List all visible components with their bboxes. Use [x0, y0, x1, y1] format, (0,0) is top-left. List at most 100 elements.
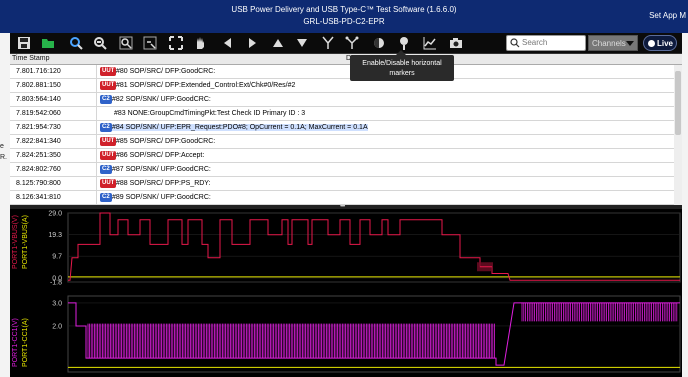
- series-label: PORT1-VBUS(A): [22, 215, 29, 269]
- horizontal-marker-icon[interactable]: [396, 35, 412, 51]
- zoom-out-area-icon[interactable]: [142, 35, 158, 51]
- series-label: PORT1-CC1(V): [12, 318, 19, 367]
- vbus-chart[interactable]: 29.019.39.70.0-1.8: [10, 209, 682, 287]
- search-icon: [510, 38, 520, 48]
- column-divider: [96, 121, 97, 134]
- message-cell: #82 SOP/SNK/ UFP:GoodCRC:: [112, 96, 211, 103]
- arrow-up-icon[interactable]: [270, 35, 286, 51]
- search-input[interactable]: Search: [506, 35, 586, 51]
- column-divider: [96, 79, 97, 92]
- tooltip-line: markers: [389, 70, 415, 77]
- trace-panel: Search Channels Live Enable/Disable hori…: [10, 33, 682, 377]
- column-divider: [96, 177, 97, 190]
- message-cell: #85 SOP/SRC/ DFP:GoodCRC:: [116, 138, 216, 145]
- search-placeholder: Search: [522, 38, 548, 47]
- source-badge: C2: [100, 123, 112, 132]
- source-badge: UUT: [100, 151, 117, 160]
- timestamp-cell: 7.822:841:340: [16, 138, 61, 145]
- source-badge: C2: [100, 193, 112, 202]
- series-line-voltage: [68, 212, 680, 281]
- table-row[interactable]: 7.803:564:140 C2 #82 SOP/SNK/ UFP:GoodCRC:: [10, 93, 674, 107]
- column-divider: [96, 191, 97, 204]
- timestamp-cell: 7.803:564:140: [16, 96, 61, 103]
- timestamp-cell: 8.125:790:800: [16, 180, 61, 187]
- save-icon[interactable]: [16, 35, 32, 51]
- timestamp-cell: 8.126:341:810: [16, 194, 61, 201]
- chart-icon[interactable]: [422, 35, 438, 51]
- plot-frame: [67, 212, 681, 283]
- timestamp-cell: 7.824:802:760: [16, 166, 61, 173]
- message-cell: #86 SOP/SRC/ DFP:Accept:: [116, 152, 205, 159]
- camera-icon[interactable]: [448, 35, 464, 51]
- live-dot-icon: [648, 40, 655, 47]
- left-edge-text: R.: [0, 154, 7, 161]
- column-divider: [96, 149, 97, 162]
- column-header-timestamp[interactable]: Time Stamp: [12, 55, 49, 62]
- right-panel-edge: [682, 33, 688, 377]
- live-button[interactable]: Live: [643, 35, 677, 51]
- app-window: USB Power Delivery and USB Type-C™ Test …: [0, 0, 688, 377]
- scrollbar-thumb[interactable]: [675, 71, 681, 135]
- set-app-mode-link[interactable]: Set App M: [649, 11, 686, 20]
- chevron-down-icon: [626, 41, 634, 46]
- table-header: Time Stamp D: [10, 54, 682, 65]
- zoom-in-area-icon[interactable]: [118, 35, 134, 51]
- channels-label: Channels: [592, 39, 626, 48]
- y-tick-label: 19.3: [48, 232, 62, 239]
- message-cell: #89 SOP/SNK/ UFP:GoodCRC:: [112, 194, 211, 201]
- column-divider: [96, 135, 97, 148]
- source-badge: C2: [100, 95, 112, 104]
- vertical-marker-icon[interactable]: [372, 35, 388, 51]
- arrow-right-icon[interactable]: [244, 35, 260, 51]
- source-badge: UUT: [100, 137, 117, 146]
- message-cell: #84 SOP/SNK/ UFP:EPR_Request:PDO#8; OpCu…: [112, 124, 368, 131]
- cc1-chart[interactable]: 3.0 2.0: [10, 292, 682, 377]
- timestamp-cell: 7.802.881:150: [16, 82, 61, 89]
- timestamp-cell: 7.801.716:120: [16, 68, 61, 75]
- series-label: PORT1-CC1(A): [22, 318, 29, 367]
- message-cell: #87 SOP/SNK/ UFP:GoodCRC:: [112, 166, 211, 173]
- channels-dropdown[interactable]: Channels: [588, 35, 638, 51]
- table-row[interactable]: 8.125:790:800 UUT #88 SOP/SRC/ DFP:PS_RDY:: [10, 177, 674, 191]
- waveform-area: 29.0 19.3 9.7 0.0 -1.8 3.0 2.0 PORT1-VBUS(V) …: [10, 209, 682, 377]
- source-badge: UUT: [100, 179, 117, 188]
- live-label: Live: [657, 39, 674, 48]
- hand-pan-icon[interactable]: [192, 35, 208, 51]
- y-tick-label: 3.0: [52, 300, 62, 307]
- message-cell: #88 SOP/SRC/ DFP:PS_RDY:: [116, 180, 211, 187]
- timestamp-cell: 7.821:954:730: [16, 124, 61, 131]
- device-name: GRL-USB-PD-C2-EPR: [303, 17, 385, 26]
- arrow-left-icon[interactable]: [220, 35, 236, 51]
- arrow-down-icon[interactable]: [294, 35, 310, 51]
- message-cell: #80 SOP/SRC/ DFP:GoodCRC:: [116, 68, 216, 75]
- table-row[interactable]: 7.819:542:060 #83 NONE:GroupCmdTimingPkt:…: [10, 107, 674, 121]
- fit-screen-icon[interactable]: [168, 35, 184, 51]
- zoom-out-icon[interactable]: [92, 35, 108, 51]
- message-cell: #81 SOP/SRC/ DFP:Extended_Control:Ext/Ch…: [116, 82, 296, 89]
- merge-icon[interactable]: [344, 35, 360, 51]
- message-cell: #83 NONE:GroupCmdTimingPkt:Test Check ID…: [114, 110, 306, 117]
- table-row[interactable]: 7.802.881:150 UUT #81 SOP/SRC/ DFP:Extende…: [10, 79, 674, 93]
- column-divider: [96, 107, 97, 120]
- timestamp-cell: 7.824:251:350: [16, 152, 61, 159]
- left-edge-text: e: [0, 143, 4, 150]
- series-label: PORT1-VBUS(V): [12, 215, 19, 269]
- left-panel-edge: e R.: [0, 33, 10, 377]
- table-row[interactable]: 7.824:802:760 C2 #87 SOP/SNK/ UFP:GoodCRC:: [10, 163, 674, 177]
- column-divider: [96, 163, 97, 176]
- table-row[interactable]: 7.824:251:350 UUT #86 SOP/SRC/ DFP:Accept:: [10, 149, 674, 163]
- y-tick-label: 2.0: [52, 323, 62, 330]
- table-row[interactable]: 7.822:841:340 UUT #85 SOP/SRC/ DFP:GoodCRC…: [10, 135, 674, 149]
- table-row[interactable]: 7.821:954:730 C2 #84 SOP/SNK/ UFP:EPR_Requ…: [10, 121, 674, 135]
- split-icon[interactable]: [320, 35, 336, 51]
- open-folder-icon[interactable]: [40, 35, 56, 51]
- y-tick-label: 9.7: [52, 254, 62, 261]
- title-bar: USB Power Delivery and USB Type-C™ Test …: [0, 0, 688, 33]
- packet-table: 7.801.716:120 UUT #80 SOP/SRC/ DFP:GoodCRC…: [10, 65, 674, 205]
- tooltip-line: Enable/Disable horizontal: [362, 60, 442, 67]
- zoom-fit-icon[interactable]: [68, 35, 84, 51]
- timestamp-cell: 7.819:542:060: [16, 110, 61, 117]
- table-scrollbar[interactable]: [674, 65, 682, 205]
- column-divider: [96, 93, 97, 106]
- table-row[interactable]: 7.801.716:120 UUT #80 SOP/SRC/ DFP:GoodCRC…: [10, 65, 674, 79]
